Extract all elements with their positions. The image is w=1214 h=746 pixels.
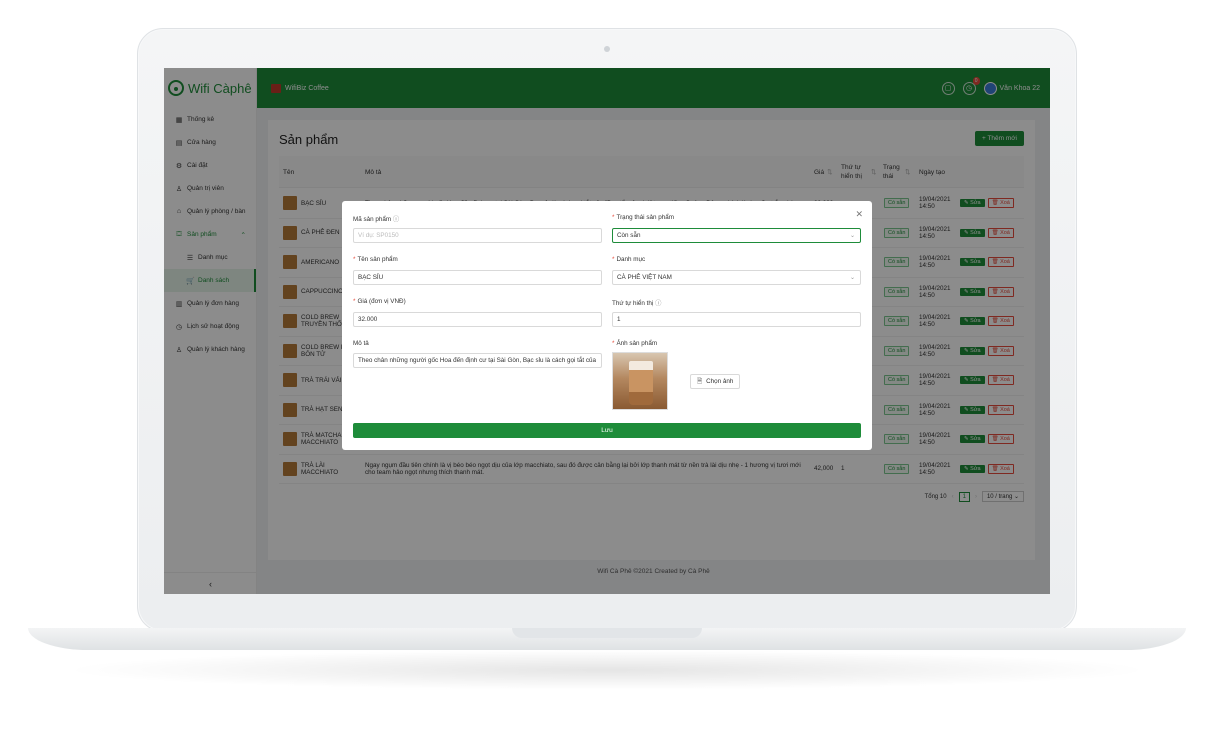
required-mark: *: [612, 214, 615, 221]
name-label-text: Tên sản phẩm: [357, 256, 398, 263]
category-select-value: CÀ PHÊ VIỆT NAM: [617, 274, 672, 281]
required-mark: *: [353, 256, 356, 263]
chevron-down-icon: ⌄: [849, 233, 855, 239]
code-label: Mã sản phẩm ⓘ: [353, 214, 399, 223]
choose-image-label: Chọn ảnh: [706, 378, 734, 385]
laptop-frame: Wifi Càphê ▦ Thống kê ▤ Cửa hàng ⚙ Cài đặt ♙ Qu…: [0, 0, 1214, 746]
price-label: * Giá (đơn vị VNĐ): [353, 298, 406, 305]
choose-image-button[interactable]: 🗎 Chọn ảnh: [690, 374, 741, 389]
name-input[interactable]: BẠC SỈU: [353, 270, 602, 285]
chevron-down-icon: ⌄: [849, 275, 855, 281]
required-mark: *: [612, 340, 615, 347]
status-select-value: Còn sẵn: [617, 232, 641, 239]
product-image: [612, 352, 668, 410]
close-icon[interactable]: ✕: [855, 209, 863, 220]
status-label: * Trạng thái sản phẩm: [612, 214, 674, 221]
status-select[interactable]: Còn sẵn ⌄: [612, 228, 861, 243]
required-mark: *: [612, 256, 615, 263]
info-icon: ⓘ: [655, 300, 662, 307]
status-label-text: Trạng thái sản phẩm: [616, 214, 674, 221]
order-label: Thứ tự hiển thị ⓘ: [612, 298, 661, 307]
edit-product-modal: ✕ Mã sản phẩm ⓘ Ví dụ: SP0150 * Trạng thá…: [342, 201, 872, 450]
image-label: * Ảnh sản phẩm: [612, 340, 657, 347]
app-screen: Wifi Càphê ▦ Thống kê ▤ Cửa hàng ⚙ Cài đặt ♙ Qu…: [164, 68, 1050, 594]
code-input[interactable]: Ví dụ: SP0150: [353, 228, 602, 243]
save-button[interactable]: Lưu: [353, 423, 861, 438]
order-label-text: Thứ tự hiển thị: [612, 300, 654, 307]
file-icon: 🗎: [697, 378, 703, 385]
code-label-text: Mã sản phẩm: [353, 216, 392, 223]
camera-dot: [604, 46, 610, 52]
category-label-text: Danh mục: [616, 256, 646, 263]
info-icon: ⓘ: [392, 216, 400, 223]
order-input[interactable]: 1: [612, 312, 861, 327]
coffee-cup-image: [629, 361, 653, 405]
image-label-text: Ảnh sản phẩm: [616, 340, 658, 347]
name-label: * Tên sản phẩm: [353, 256, 398, 263]
laptop-shadow: [60, 650, 1154, 690]
price-label-text: Giá (đơn vị VNĐ): [357, 298, 406, 305]
description-textarea[interactable]: Theo chân những người gốc Hoa đến định c…: [353, 353, 602, 368]
price-input[interactable]: 32.000: [353, 312, 602, 327]
category-label: * Danh mục: [612, 256, 645, 263]
category-select[interactable]: CÀ PHÊ VIỆT NAM ⌄: [612, 270, 861, 285]
laptop-notch: [512, 628, 702, 638]
required-mark: *: [353, 298, 356, 305]
description-label: Mô tả: [353, 340, 369, 347]
